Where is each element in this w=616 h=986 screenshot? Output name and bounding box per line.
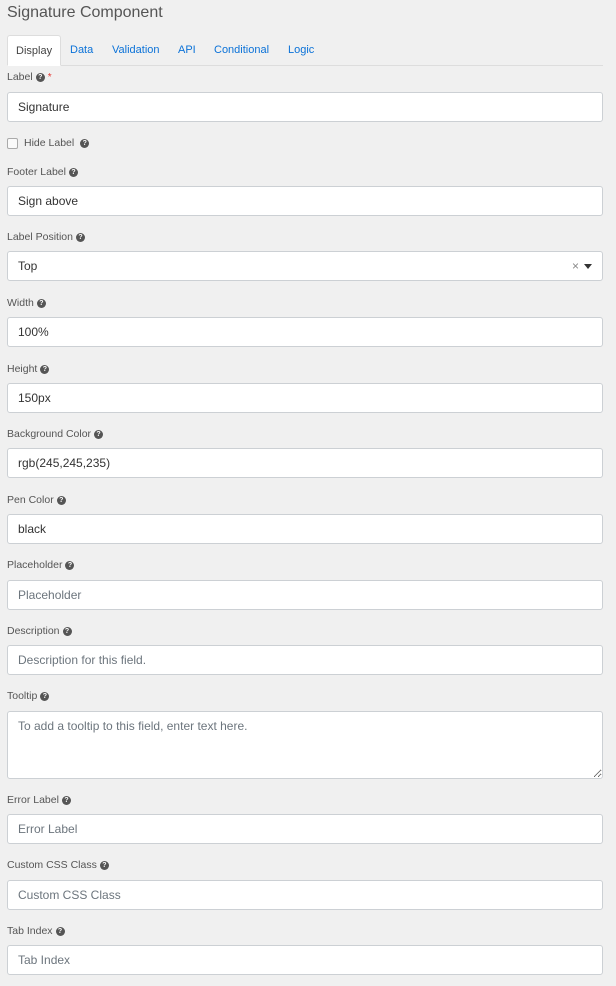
label-field-label: Label ? *: [7, 71, 52, 83]
background-color-input[interactable]: [7, 448, 603, 478]
width-input[interactable]: [7, 317, 603, 347]
caret-down-icon[interactable]: [584, 263, 592, 269]
tab-display[interactable]: Display: [7, 35, 62, 66]
width-field-label: Width ?: [7, 297, 46, 309]
error-label-input[interactable]: [7, 814, 603, 844]
help-icon[interactable]: ?: [99, 860, 109, 870]
placeholder-text: Placeholder: [7, 559, 63, 571]
help-icon[interactable]: ?: [36, 298, 46, 308]
tab-api[interactable]: API: [170, 35, 204, 65]
footer-label-text: Footer Label: [7, 166, 66, 178]
help-icon[interactable]: ?: [56, 495, 66, 505]
hide-label-row: Hide Label ?: [7, 137, 90, 149]
help-icon[interactable]: ?: [80, 138, 90, 148]
label-input[interactable]: [7, 92, 603, 122]
tab-conditional[interactable]: Conditional: [206, 35, 277, 65]
height-text: Height: [7, 363, 38, 375]
background-color-field-label: Background Color ?: [7, 428, 104, 440]
background-color-text: Background Color: [7, 428, 92, 440]
help-icon[interactable]: ?: [75, 232, 85, 242]
required-marker: *: [47, 71, 52, 83]
footer-label-field-label: Footer Label ?: [7, 166, 78, 178]
error-label-field-label: Error Label ?: [7, 794, 71, 806]
help-icon[interactable]: ?: [40, 691, 50, 701]
placeholder-field-label: Placeholder ?: [7, 559, 75, 571]
help-icon[interactable]: ?: [94, 429, 104, 439]
tooltip-textarea[interactable]: [7, 711, 603, 779]
tooltip-text: Tooltip: [7, 690, 38, 702]
custom-css-class-input[interactable]: [7, 880, 603, 910]
label-position-select[interactable]: Top ×: [7, 251, 603, 281]
placeholder-input[interactable]: [7, 580, 603, 610]
hide-label-text: Hide Label: [24, 137, 75, 149]
label-position-text: Label Position: [7, 231, 73, 243]
height-field-label: Height ?: [7, 363, 50, 375]
width-text: Width: [7, 297, 34, 309]
height-input[interactable]: [7, 383, 603, 413]
tooltip-field-label: Tooltip ?: [7, 690, 50, 702]
custom-css-class-field-label: Custom CSS Class ?: [7, 859, 109, 871]
help-icon[interactable]: ?: [40, 364, 50, 374]
description-field-label: Description ?: [7, 625, 72, 637]
footer-label-input[interactable]: [7, 186, 603, 216]
help-icon[interactable]: ?: [62, 626, 72, 636]
pen-color-field-label: Pen Color ?: [7, 494, 66, 506]
help-icon[interactable]: ?: [55, 926, 65, 936]
pen-color-text: Pen Color: [7, 494, 54, 506]
help-icon[interactable]: ?: [35, 72, 45, 82]
help-icon[interactable]: ?: [65, 560, 75, 570]
clear-icon[interactable]: ×: [572, 252, 579, 280]
tab-index-field-label: Tab Index ?: [7, 925, 65, 937]
label-position-field-label: Label Position ?: [7, 231, 85, 243]
tab-index-text: Tab Index: [7, 925, 53, 937]
help-icon[interactable]: ?: [61, 795, 71, 805]
description-input[interactable]: [7, 645, 603, 675]
help-icon[interactable]: ?: [68, 167, 78, 177]
tab-bar: Display Data Validation API Conditional …: [7, 35, 603, 66]
tab-data[interactable]: Data: [62, 35, 101, 65]
tab-index-input[interactable]: [7, 945, 603, 975]
tab-validation[interactable]: Validation: [104, 35, 168, 65]
hide-label-checkbox[interactable]: [7, 137, 18, 149]
tab-logic[interactable]: Logic: [280, 35, 322, 65]
error-label-text: Error Label: [7, 794, 59, 806]
description-text: Description: [7, 625, 60, 637]
pen-color-input[interactable]: [7, 514, 603, 544]
custom-css-class-text: Custom CSS Class: [7, 859, 97, 871]
page-title: Signature Component: [7, 4, 163, 21]
label-text: Label: [7, 71, 33, 83]
label-position-value: Top: [18, 259, 38, 273]
